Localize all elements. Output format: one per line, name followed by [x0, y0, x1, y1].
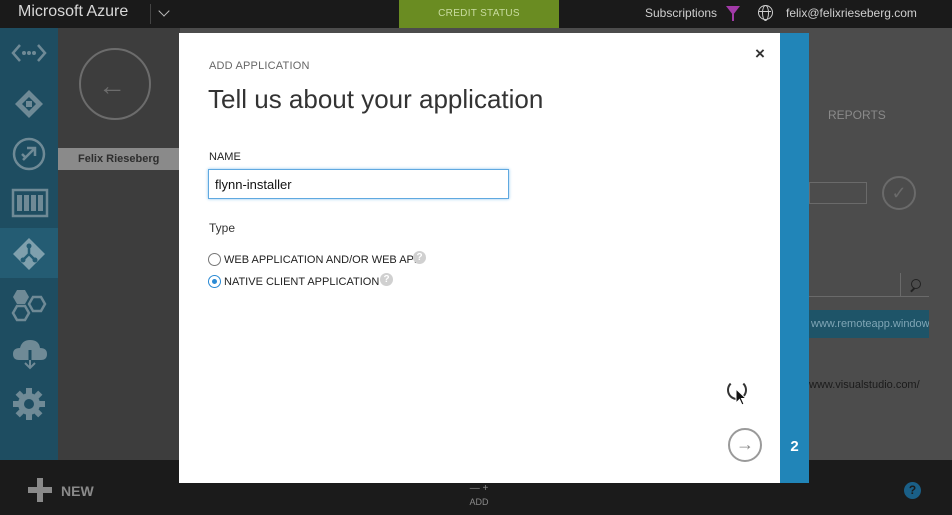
- search-icon[interactable]: [900, 273, 929, 297]
- back-button[interactable]: ←: [79, 48, 151, 120]
- dots-arrows-icon: [11, 44, 47, 62]
- help-icon-web-application[interactable]: ?: [413, 251, 426, 264]
- nav-item-active-directory[interactable]: [0, 228, 58, 278]
- next-arrow-button[interactable]: →: [728, 428, 762, 462]
- filter-icon[interactable]: [726, 6, 740, 21]
- nav-item-hexagons[interactable]: [0, 278, 58, 328]
- radio-button-native-client[interactable]: [208, 275, 221, 288]
- mouse-cursor-icon: [735, 388, 747, 406]
- subscriptions-link[interactable]: Subscriptions: [645, 6, 717, 20]
- dialog-title: Tell us about your application: [208, 84, 544, 114]
- nav-item-settings[interactable]: [0, 378, 58, 428]
- add-icon: — +: [469, 483, 489, 494]
- chevron-down-icon[interactable]: [150, 4, 178, 24]
- plus-icon: [28, 478, 52, 502]
- credit-status-button[interactable]: CREDIT STATUS: [399, 0, 559, 28]
- nav-item-grid-panel[interactable]: [0, 178, 58, 228]
- nav-item-dots-arrows[interactable]: [0, 28, 58, 78]
- active-directory-icon: [13, 238, 45, 270]
- nav-item-remote-app[interactable]: [0, 128, 58, 178]
- brand-title[interactable]: Microsoft Azure: [18, 3, 128, 21]
- help-button[interactable]: ?: [904, 482, 921, 499]
- globe-icon[interactable]: [758, 5, 773, 21]
- wizard-step-strip: [780, 33, 809, 483]
- visualstudio-link[interactable]: www.visualstudio.com/: [809, 379, 920, 391]
- user-email[interactable]: felix@felixrieseberg.com: [786, 6, 917, 20]
- right-panel: [809, 28, 952, 460]
- top-bar: Microsoft Azure CREDIT STATUS Subscripti…: [0, 0, 952, 28]
- wizard-step-number: 2: [790, 438, 799, 455]
- dialog-kicker: ADD APPLICATION: [209, 60, 310, 72]
- close-icon[interactable]: ×: [751, 45, 769, 63]
- remoteapp-link[interactable]: www.remoteapp.window...: [809, 310, 929, 338]
- tab-reports[interactable]: REPORTS: [828, 108, 886, 122]
- radio-button-web-application[interactable]: [208, 253, 221, 266]
- remote-app-icon: [12, 137, 46, 171]
- puzzle-icon: [15, 90, 43, 118]
- background-input[interactable]: [809, 182, 867, 204]
- nav-item-puzzle[interactable]: [0, 78, 58, 128]
- name-input[interactable]: [208, 169, 509, 199]
- grid-panel-icon: [11, 188, 49, 218]
- radio-label-native-client: NATIVE CLIENT APPLICATION: [224, 276, 380, 288]
- cloud-download-icon: [13, 340, 47, 371]
- left-nav: [0, 28, 58, 460]
- new-label: NEW: [61, 483, 94, 499]
- hexagons-icon: [11, 290, 47, 322]
- help-icon-native-client[interactable]: ?: [380, 273, 393, 286]
- nav-item-cloud-download[interactable]: [0, 328, 58, 378]
- type-label: Type: [209, 221, 236, 235]
- radio-label-web-application: WEB APPLICATION AND/OR WEB API: [224, 254, 417, 266]
- user-name-label: Felix Rieseberg: [58, 148, 180, 170]
- gear-icon: [13, 388, 45, 420]
- checkmark-icon[interactable]: ✓: [882, 176, 916, 210]
- add-button[interactable]: — + ADD: [462, 484, 496, 510]
- add-label: ADD: [469, 497, 489, 507]
- name-label: NAME: [209, 151, 241, 163]
- arrow-left-icon: ←: [98, 70, 126, 101]
